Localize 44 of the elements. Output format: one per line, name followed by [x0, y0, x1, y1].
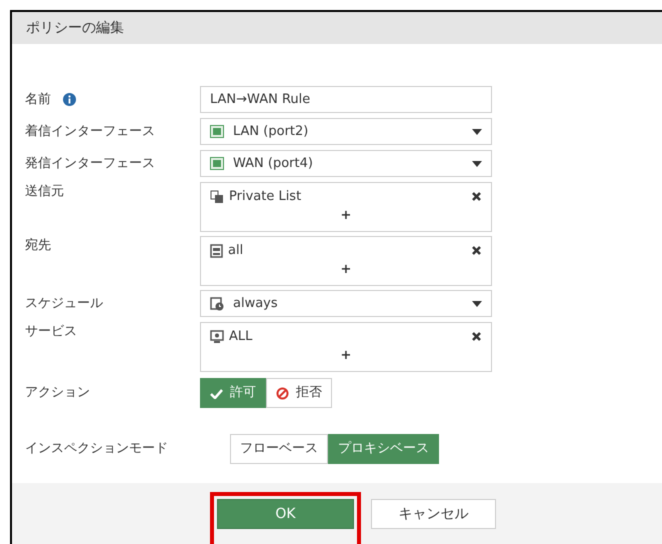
field-label: 名前	[25, 90, 51, 109]
dropdown[interactable]: always	[200, 290, 492, 317]
caret-icon	[472, 128, 482, 134]
field-label: スケジュール	[25, 294, 103, 313]
caret-icon	[472, 300, 482, 306]
field-label: 着信インターフェース	[25, 122, 155, 141]
selected-entry: Private List	[229, 188, 302, 206]
ok-button[interactable]: OK	[217, 499, 354, 529]
cancel-button[interactable]: キャンセル	[371, 499, 496, 529]
add-entry[interactable]: +	[340, 260, 352, 278]
stacked-address-icon	[210, 190, 224, 204]
name-input[interactable]: LAN→WAN Rule	[200, 86, 492, 113]
network-port-icon	[210, 125, 224, 138]
toggle-option[interactable]: フローベース	[230, 434, 328, 464]
dropdown[interactable]: LAN (port2)	[200, 118, 492, 145]
selected-entry: ALL	[229, 328, 254, 346]
add-entry[interactable]: +	[340, 206, 352, 224]
field-label: 宛先	[25, 237, 51, 255]
dialog-title: ポリシーの編集	[26, 18, 124, 38]
toggle-option[interactable]: 拒否	[266, 378, 332, 408]
field-label: インスペクションモード	[25, 441, 168, 456]
field-label: 送信元	[25, 183, 64, 201]
multi-select-field[interactable]: all +	[200, 236, 492, 286]
check-icon	[210, 388, 223, 398]
clock-calendar-icon	[210, 296, 224, 310]
field-label: 発信インターフェース	[25, 154, 155, 173]
remove-icon[interactable]	[471, 331, 482, 342]
remove-icon[interactable]	[471, 245, 482, 256]
info-icon[interactable]	[63, 93, 76, 106]
add-entry[interactable]: +	[340, 346, 352, 364]
monitor-icon	[210, 330, 224, 344]
dropdown[interactable]: WAN (port4)	[200, 150, 492, 177]
multi-select-field[interactable]: ALL +	[200, 322, 492, 372]
selected-entry: all	[228, 242, 244, 260]
prohibited-icon	[276, 386, 289, 400]
multi-select-field[interactable]: Private List +	[200, 182, 492, 232]
caret-icon	[472, 160, 482, 166]
network-port-icon	[210, 157, 224, 170]
remove-icon[interactable]	[471, 191, 482, 202]
toggle-option[interactable]: 許可	[200, 378, 266, 408]
field-label: サービス	[25, 323, 77, 341]
field-label: アクション	[25, 385, 90, 400]
toggle-option[interactable]: プロキシベース	[328, 434, 439, 464]
address-card-icon	[210, 244, 223, 258]
